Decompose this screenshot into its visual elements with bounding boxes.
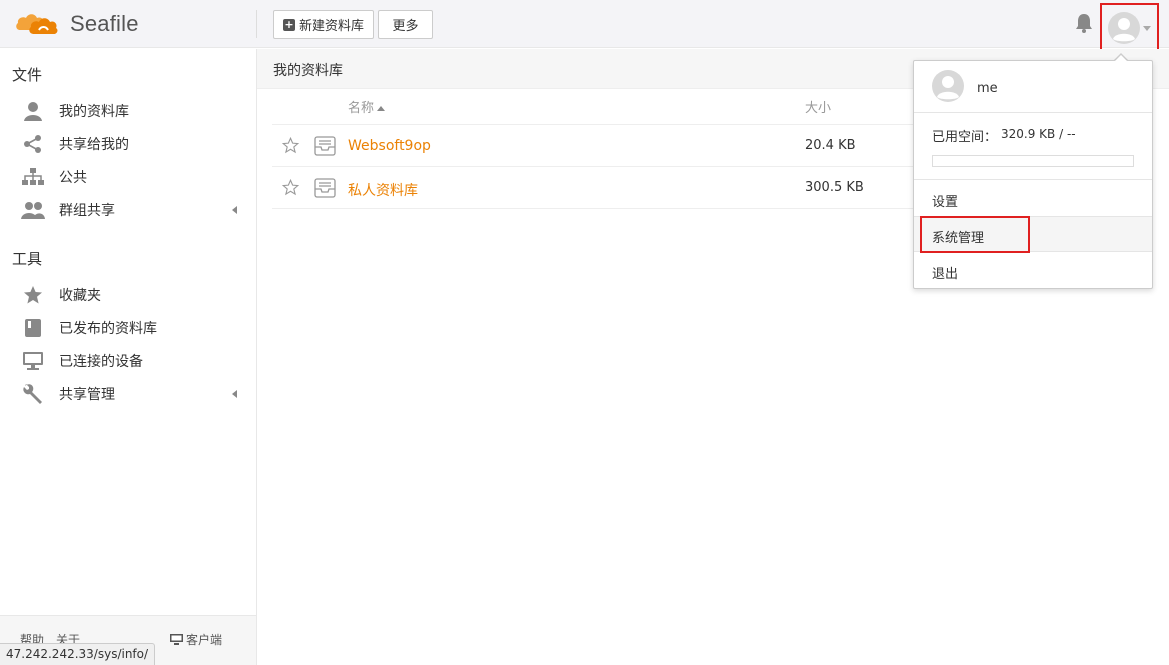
library-icon [314, 135, 336, 161]
avatar-icon [1108, 12, 1140, 44]
library-name-link[interactable]: 私人资料库 [348, 180, 418, 200]
sidebar-item-label: 收藏夹 [59, 288, 101, 304]
dropdown-pointer-inner [1114, 55, 1128, 62]
tools-heading: 工具 [12, 250, 43, 268]
status-url-tooltip: 47.242.242.33/sys/info/ [0, 643, 156, 665]
sidebar-item-shared-with-me[interactable]: 共享给我的 [20, 130, 245, 158]
client-label: 客户端 [186, 633, 223, 647]
size-column-header[interactable]: 大小 [805, 97, 831, 116]
more-button[interactable]: 更多 [378, 10, 433, 39]
space-used-value: 320.9 KB / -- [1001, 127, 1076, 141]
sidebar-item-published-libraries[interactable]: 已发布的资料库 [20, 314, 245, 342]
expand-arrow-icon[interactable] [232, 390, 237, 398]
seafile-logo-icon [16, 14, 58, 34]
highlight-box [920, 216, 1030, 253]
username: me [977, 81, 998, 96]
header-divider [256, 10, 257, 38]
page-title: 我的资料库 [273, 63, 343, 79]
logout-menu-item[interactable]: 退出 [914, 253, 1152, 289]
sidebar-item-group-shares[interactable]: 群组共享 [20, 196, 245, 224]
name-column-label: 名称 [348, 101, 375, 116]
star-outline-icon[interactable] [281, 178, 300, 200]
logout-label: 退出 [932, 267, 959, 282]
chevron-down-icon [1143, 25, 1151, 31]
sidebar-item-label: 共享管理 [59, 387, 115, 403]
sidebar-item-share-admin[interactable]: 共享管理 [20, 380, 245, 408]
sidebar-item-favorites[interactable]: 收藏夹 [20, 281, 245, 309]
space-usage: 已用空间： 320.9 KB / -- [914, 113, 1152, 180]
sidebar-item-public[interactable]: 公共 [20, 163, 245, 191]
sidebar-item-label: 已连接的设备 [59, 354, 143, 370]
avatar-icon [932, 70, 964, 102]
user-avatar-button[interactable] [1100, 3, 1159, 53]
sidebar-item-label: 群组共享 [59, 203, 115, 219]
plus-icon: + [282, 17, 295, 31]
user-dropdown-menu: me 已用空间： 320.9 KB / -- 设置 系统管理 退出 [913, 60, 1153, 289]
new-library-label: 新建资料库 [298, 19, 364, 34]
library-icon [314, 177, 336, 203]
monitor-icon [20, 350, 46, 372]
space-used-label: 已用空间： [932, 130, 998, 145]
book-icon [20, 317, 46, 339]
dropdown-user-info: me [914, 61, 1152, 113]
expand-arrow-icon[interactable] [232, 206, 237, 214]
top-header: Seafile + 新建资料库 更多 [0, 0, 1169, 53]
wrench-icon [20, 383, 46, 405]
logo-text: Seafile [70, 11, 139, 36]
library-size: 300.5 KB [805, 180, 864, 195]
sitemap-icon [20, 166, 46, 188]
star-icon [20, 284, 46, 306]
sidebar-item-label: 我的资料库 [59, 104, 129, 120]
library-size: 20.4 KB [805, 138, 856, 153]
desktop-icon [170, 633, 183, 645]
more-label: 更多 [392, 19, 419, 34]
space-usage-bar [932, 155, 1134, 167]
sidebar-item-linked-devices[interactable]: 已连接的设备 [20, 347, 245, 375]
settings-label: 设置 [932, 195, 959, 210]
library-name-link[interactable]: Websoft9op [348, 138, 431, 154]
sidebar-item-label: 共享给我的 [59, 137, 129, 153]
share-icon [20, 133, 46, 155]
seafile-logo[interactable]: Seafile [14, 8, 139, 40]
sidebar-item-my-libraries[interactable]: 我的资料库 [20, 97, 245, 125]
sidebar-item-label: 公共 [59, 170, 87, 186]
sidebar-item-label: 已发布的资料库 [59, 321, 157, 337]
sort-up-icon [377, 106, 386, 111]
star-outline-icon[interactable] [281, 136, 300, 158]
new-library-button[interactable]: + 新建资料库 [273, 10, 374, 39]
files-heading: 文件 [12, 66, 43, 84]
name-column-header[interactable]: 名称 [348, 97, 386, 116]
user-icon [20, 100, 46, 122]
bell-icon[interactable] [1074, 12, 1094, 34]
client-link[interactable]: 客户端 [170, 631, 222, 648]
settings-menu-item[interactable]: 设置 [914, 181, 1152, 217]
sidebar: 文件 我的资料库 共享给我的 公共 群组共享 工具 收藏夹 已发布的资料库 已连… [0, 49, 257, 665]
group-icon [20, 199, 46, 221]
